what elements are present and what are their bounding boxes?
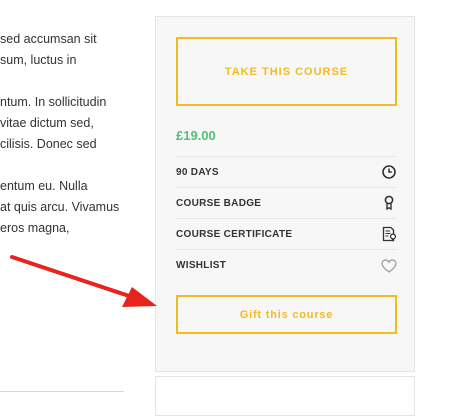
annotation-arrow-icon bbox=[10, 255, 157, 307]
